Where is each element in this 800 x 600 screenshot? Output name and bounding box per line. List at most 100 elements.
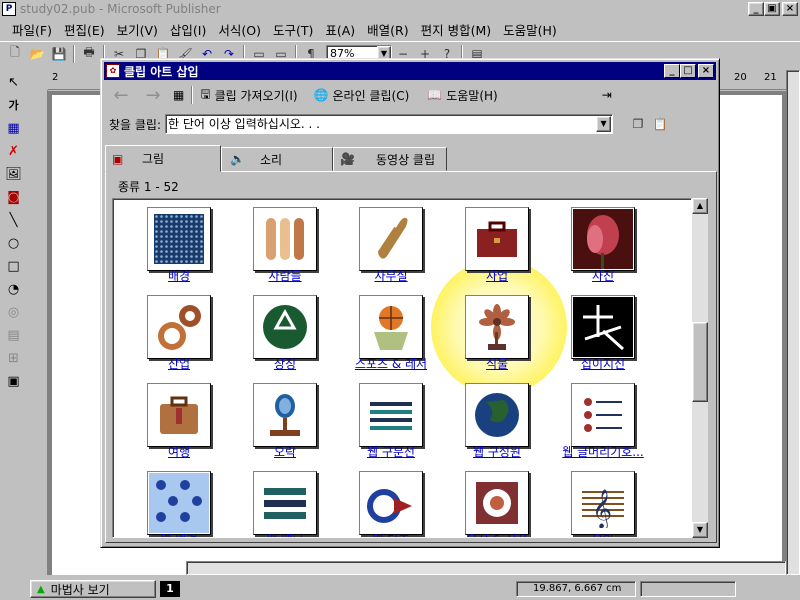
- minimize-button[interactable]: _: [748, 2, 764, 16]
- chevron-down-icon[interactable]: ▼: [596, 116, 612, 132]
- category-item[interactable]: 산업: [123, 287, 219, 373]
- category-item[interactable]: 여행: [123, 375, 219, 461]
- category-label[interactable]: 상징: [229, 355, 341, 372]
- category-label[interactable]: 웹 배너: [229, 531, 341, 537]
- category-scrollbar[interactable]: ▲ ▼: [692, 198, 708, 538]
- category-label[interactable]: 웹 배경: [123, 531, 235, 537]
- category-item[interactable]: 식물: [441, 287, 537, 373]
- category-item[interactable]: 웹 단추: [335, 463, 431, 537]
- category-thumbnail-icon[interactable]: [465, 471, 529, 535]
- table-frame-icon[interactable]: ▦: [2, 117, 25, 139]
- clips-online-button[interactable]: 🌐 온라인 클립(C): [310, 84, 414, 106]
- save-icon[interactable]: 💾: [48, 44, 70, 64]
- close-button[interactable]: ×: [782, 2, 798, 16]
- category-label[interactable]: 사무실: [335, 267, 447, 284]
- category-label[interactable]: 웹 구성원: [441, 443, 553, 460]
- tab-sounds[interactable]: 🔈 소리: [221, 147, 333, 171]
- html-code-icon[interactable]: ⊞: [2, 347, 25, 369]
- category-item[interactable]: 웹 구성원: [441, 375, 537, 461]
- tab-pictures[interactable]: ▣ 그림: [105, 145, 221, 172]
- scroll-up-arrow[interactable]: ▲: [692, 198, 708, 214]
- dialog-minimize-button[interactable]: _: [664, 64, 680, 78]
- category-label[interactable]: 식물: [441, 355, 553, 372]
- category-thumbnail-icon[interactable]: [359, 295, 423, 359]
- category-item[interactable]: 상징: [229, 287, 325, 373]
- page-navigator[interactable]: 1: [160, 581, 180, 597]
- category-item[interactable]: 웹 구분선: [335, 375, 431, 461]
- custom-shape-icon[interactable]: ◔: [2, 278, 25, 300]
- vertical-scrollbar[interactable]: [786, 70, 800, 575]
- scroll-thumb[interactable]: [692, 322, 708, 402]
- category-thumbnail-icon[interactable]: [147, 295, 211, 359]
- category-label[interactable]: 십이지신: [547, 355, 659, 372]
- category-thumbnail-icon[interactable]: [465, 295, 529, 359]
- picture-frame-icon[interactable]: 🖼: [2, 163, 25, 185]
- hotspot-icon[interactable]: ◎: [2, 301, 25, 323]
- horizontal-scrollbar[interactable]: [186, 561, 786, 575]
- category-thumbnail-icon[interactable]: [571, 383, 635, 447]
- category-thumbnail-icon[interactable]: [359, 471, 423, 535]
- clip-art-icon[interactable]: ◙: [2, 186, 25, 208]
- wordart-icon[interactable]: ✗: [2, 140, 25, 162]
- category-item[interactable]: 스포츠 & 레저: [335, 287, 431, 373]
- category-thumbnail-icon[interactable]: [465, 207, 529, 271]
- dialog-maximize-button[interactable]: □: [680, 64, 696, 78]
- category-thumbnail-icon[interactable]: [147, 207, 211, 271]
- menu-insert[interactable]: 삽입(I): [164, 20, 212, 39]
- paste-clip-icon[interactable]: 📋: [649, 114, 671, 134]
- vertical-ruler[interactable]: [28, 90, 48, 575]
- dialog-close-button[interactable]: ×: [698, 64, 714, 78]
- form-control-icon[interactable]: ▤: [2, 324, 25, 346]
- menu-mail-merge[interactable]: 편지 병합(M): [415, 20, 498, 39]
- category-thumbnail-icon[interactable]: [359, 383, 423, 447]
- design-gallery-icon[interactable]: ▣: [2, 370, 25, 392]
- menu-edit[interactable]: 편집(E): [58, 20, 111, 39]
- category-label[interactable]: 웹 구분선: [335, 443, 447, 460]
- category-item[interactable]: 웹 글머리기호...: [547, 375, 644, 461]
- category-thumbnail-icon[interactable]: [253, 383, 317, 447]
- category-label[interactable]: 여행: [123, 443, 235, 460]
- copy-clip-icon[interactable]: ❐: [627, 114, 649, 134]
- forward-arrow-icon[interactable]: →: [137, 85, 169, 106]
- category-item[interactable]: 음식 & 식사: [441, 463, 537, 537]
- category-label[interactable]: 사진: [547, 267, 659, 284]
- category-label[interactable]: 음악: [547, 531, 659, 537]
- dialog-help-button[interactable]: 📖 도움말(H): [423, 84, 501, 106]
- category-label[interactable]: 음식 & 식사: [441, 531, 553, 537]
- category-item[interactable]: 사진: [547, 199, 643, 285]
- category-item[interactable]: 웹 배경: [123, 463, 219, 537]
- line-icon[interactable]: ╲: [2, 209, 25, 231]
- category-label[interactable]: 웹 글머리기호...: [547, 443, 659, 460]
- category-item[interactable]: 𝄞음악: [547, 463, 643, 537]
- menu-help[interactable]: 도움말(H): [497, 20, 563, 39]
- import-clips-button[interactable]: 🖫 클립 가져오기(I): [196, 84, 301, 106]
- menu-format[interactable]: 서식(O): [212, 20, 267, 39]
- rectangle-icon[interactable]: □: [2, 255, 25, 277]
- pointer-icon[interactable]: ↖: [2, 71, 25, 93]
- menu-table[interactable]: 표(A): [319, 20, 361, 39]
- category-item[interactable]: 십이지신: [547, 287, 643, 373]
- category-thumbnail-icon[interactable]: [253, 207, 317, 271]
- category-label[interactable]: 스포츠 & 레저: [335, 355, 447, 372]
- category-label[interactable]: 웹 단추: [335, 531, 447, 537]
- category-thumbnail-icon[interactable]: 𝄞: [571, 471, 635, 535]
- print-icon[interactable]: 🖶: [78, 44, 100, 64]
- category-thumbnail-icon[interactable]: [465, 383, 529, 447]
- category-thumbnail-icon[interactable]: [253, 295, 317, 359]
- new-icon[interactable]: 🗋: [4, 44, 26, 64]
- menu-file[interactable]: 파일(F): [6, 20, 58, 39]
- category-item[interactable]: 사람들: [229, 199, 325, 285]
- tab-video[interactable]: 🎥 동영상 클립: [333, 147, 447, 171]
- menu-tools[interactable]: 도구(T): [267, 20, 319, 39]
- restore-button[interactable]: ▣: [764, 2, 780, 16]
- category-thumbnail-icon[interactable]: [147, 471, 211, 535]
- category-thumbnail-icon[interactable]: [147, 383, 211, 447]
- category-thumbnail-icon[interactable]: [571, 207, 635, 271]
- category-item[interactable]: 웹 배너: [229, 463, 325, 537]
- all-categories-button[interactable]: ▦: [169, 84, 188, 106]
- category-item[interactable]: 사무실: [335, 199, 431, 285]
- category-item[interactable]: 배경: [123, 199, 219, 285]
- category-label[interactable]: 산업: [123, 355, 235, 372]
- back-arrow-icon[interactable]: ←: [105, 85, 137, 106]
- scroll-down-arrow[interactable]: ▼: [692, 522, 708, 538]
